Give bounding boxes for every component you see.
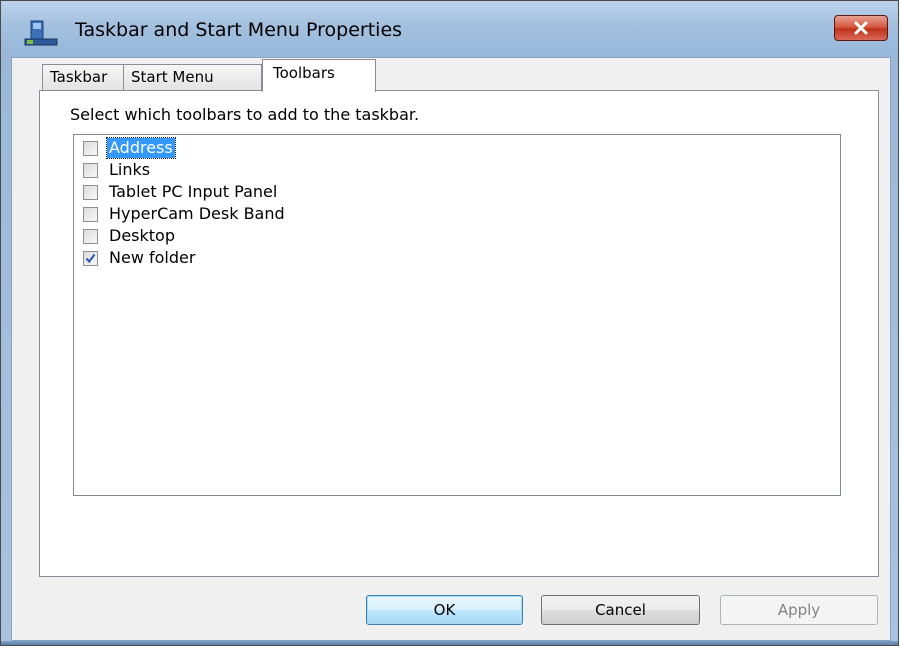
tab-toolbars[interactable]: Toolbars [262, 59, 376, 92]
apply-button[interactable]: Apply [720, 595, 878, 625]
window-title: Taskbar and Start Menu Properties [75, 19, 403, 41]
list-item-hypercam-desk-band[interactable]: HyperCam Desk Band [83, 203, 287, 225]
item-label-hypercam-desk-band: HyperCam Desk Band [109, 204, 285, 223]
toolbars-list[interactable]: Address Links Tablet PC Input Panel Hype… [73, 134, 841, 496]
toolbars-tab-panel: Select which toolbars to add to the task… [39, 90, 879, 577]
checkmark-icon [85, 253, 96, 263]
list-item-address[interactable]: Address [83, 137, 176, 159]
checkbox-tablet-pc-input-panel[interactable] [83, 184, 98, 200]
dialog-client-area: Taskbar Start Menu Toolbars Select which… [11, 57, 891, 641]
item-label-new-folder: New folder [109, 248, 196, 267]
checkbox-desktop[interactable] [83, 228, 98, 244]
item-label-desktop: Desktop [109, 226, 175, 245]
list-item-tablet-pc-input-panel[interactable]: Tablet PC Input Panel [83, 181, 279, 203]
checkbox-address[interactable] [83, 140, 98, 156]
cancel-button[interactable]: Cancel [541, 595, 700, 625]
checkbox-new-folder[interactable] [83, 250, 98, 266]
checkbox-hypercam-desk-band[interactable] [83, 206, 98, 222]
instruction-text: Select which toolbars to add to the task… [70, 105, 420, 124]
close-button[interactable] [834, 15, 888, 41]
checkbox-links[interactable] [83, 162, 98, 178]
item-label-address: Address [106, 137, 176, 159]
title-bar[interactable]: Taskbar and Start Menu Properties [1, 1, 898, 57]
taskbar-properties-icon [24, 20, 58, 46]
list-item-links[interactable]: Links [83, 159, 152, 181]
list-item-desktop[interactable]: Desktop [83, 225, 177, 247]
window-bottom-border [1, 641, 898, 645]
dialog-window: Taskbar and Start Menu Properties Taskba… [0, 0, 899, 646]
close-icon [854, 21, 868, 35]
item-label-tablet-pc-input-panel: Tablet PC Input Panel [109, 182, 278, 201]
tab-taskbar[interactable]: Taskbar [42, 64, 124, 90]
ok-button[interactable]: OK [366, 595, 523, 625]
list-item-new-folder[interactable]: New folder [83, 247, 197, 269]
item-label-links: Links [109, 160, 151, 179]
tab-start-menu[interactable]: Start Menu [123, 64, 262, 90]
